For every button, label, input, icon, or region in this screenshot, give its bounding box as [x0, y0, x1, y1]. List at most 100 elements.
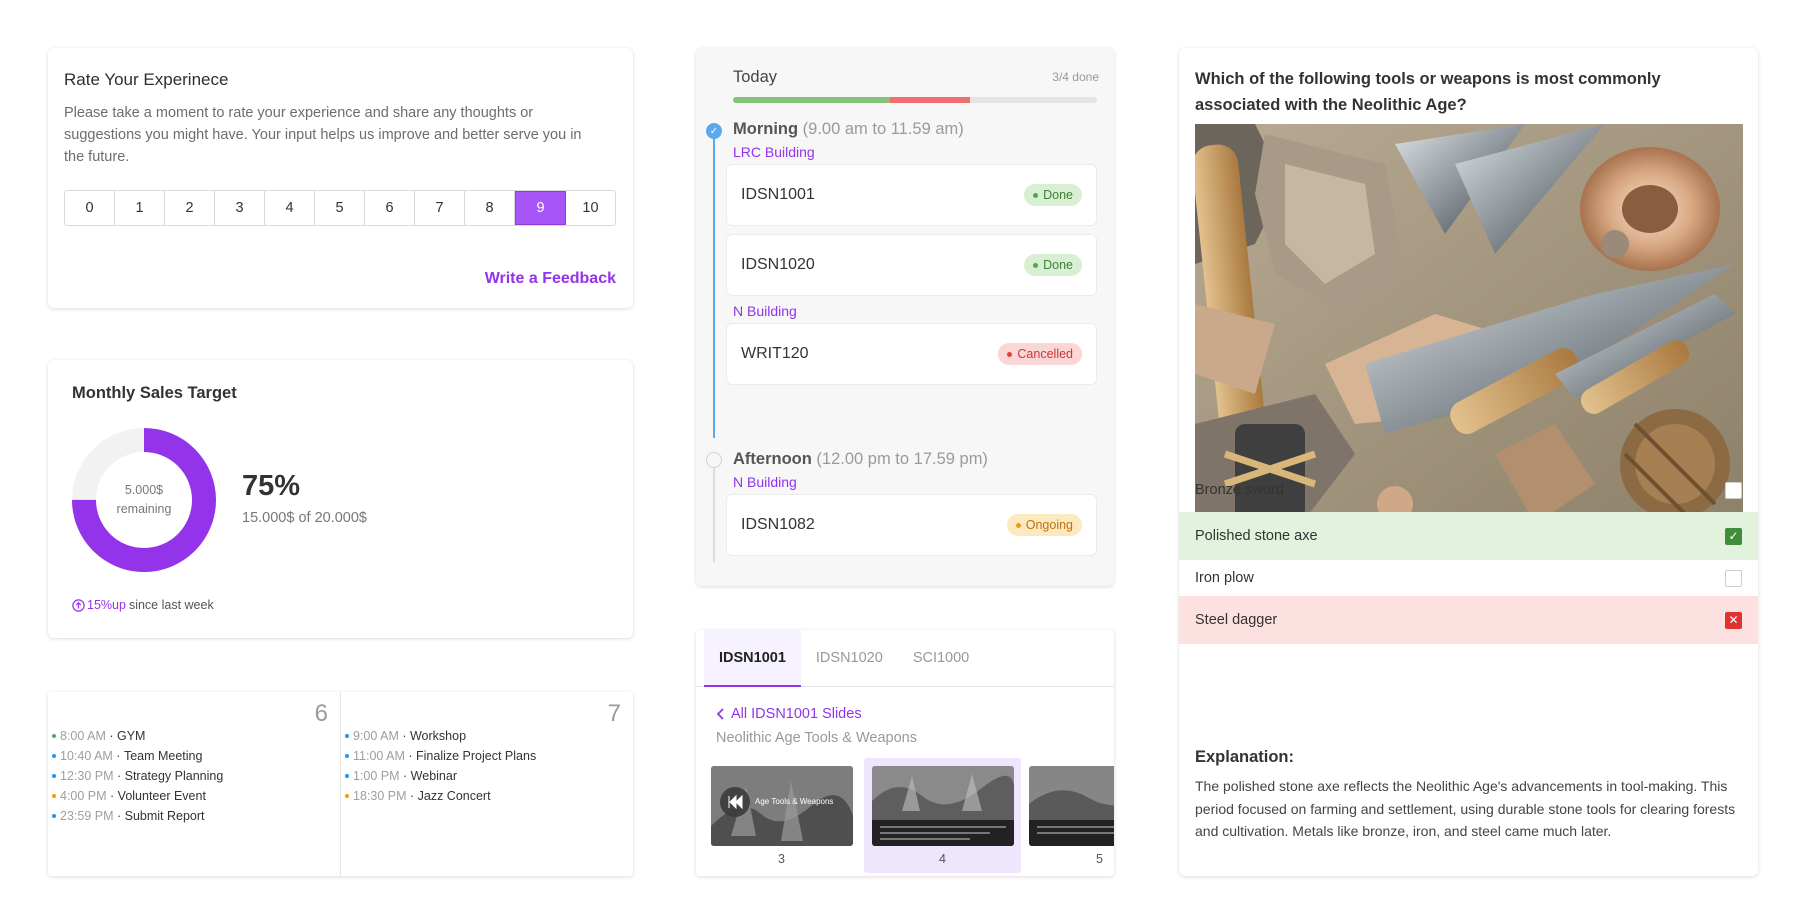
all-slides-back-link[interactable]: All IDSN1001 Slides: [716, 706, 862, 722]
status-label: Done: [1043, 188, 1073, 202]
course-row[interactable]: IDSN1001 Done: [726, 164, 1097, 226]
x-icon[interactable]: ✕: [1725, 611, 1742, 629]
rating-option-1[interactable]: 1: [115, 191, 165, 225]
option-label: Bronze sword: [1195, 482, 1284, 498]
slide-number: 5: [1096, 852, 1103, 866]
event-title: Team Meeting: [123, 749, 203, 763]
rating-scale: 0 1 2 3 4 5 6 7 8 9 10: [64, 190, 616, 226]
status-badge: Done: [1024, 184, 1082, 206]
status-dot: [1033, 192, 1039, 198]
calendar-event[interactable]: 12:30 PM · Strategy Planning: [52, 766, 336, 786]
event-time: 23:59 PM: [60, 809, 114, 823]
period-name: Morning: [733, 120, 799, 138]
calendar-event[interactable]: 23:59 PM · Submit Report: [52, 806, 336, 826]
empty-circle-icon: [706, 452, 722, 468]
event-title: Finalize Project Plans: [416, 749, 537, 763]
sales-donut-chart: 5.000$ remaining: [72, 428, 216, 572]
option-label: Steel dagger: [1195, 612, 1278, 628]
write-feedback-link[interactable]: Write a Feedback: [485, 270, 616, 288]
event-time: 1:00 PM: [353, 769, 400, 783]
period-afternoon: Afternoon (12.00 pm to 17.59 pm): [733, 450, 988, 469]
rating-description: Please take a moment to rate your experi…: [64, 105, 582, 165]
rating-option-7[interactable]: 7: [415, 191, 465, 225]
status-dot: [1015, 522, 1021, 528]
done-count: 3/4 done: [1052, 70, 1099, 84]
status-dot: [1033, 262, 1039, 268]
quiz-option[interactable]: Bronze sword: [1179, 466, 1758, 514]
schedule-title: Today: [733, 68, 778, 86]
event-dot: [52, 774, 56, 778]
schedule-card: Today 3/4 done ✓ Morning (9.00 am to 11.…: [696, 48, 1114, 586]
rating-option-10[interactable]: 10: [566, 191, 615, 225]
event-dot: [345, 794, 349, 798]
rating-option-0[interactable]: 0: [65, 191, 115, 225]
arrow-up-circle-icon: [72, 598, 85, 612]
calendar-event[interactable]: 1:00 PM · Webinar: [345, 766, 629, 786]
calendar-day[interactable]: 6 8:00 AM · GYM 10:40 AM · Team Meeting …: [48, 692, 340, 876]
course-row[interactable]: WRIT120 Cancelled: [726, 323, 1097, 385]
sales-trend: 15%up since last week: [72, 598, 214, 612]
slide-thumbnail[interactable]: [872, 766, 1014, 846]
day-number: 7: [607, 700, 621, 727]
calendar-event[interactable]: 4:00 PM · Volunteer Event: [52, 786, 336, 806]
quiz-option[interactable]: Iron plow: [1179, 554, 1758, 602]
quiz-option-correct[interactable]: Polished stone axe ✓: [1179, 512, 1758, 560]
rating-option-2[interactable]: 2: [165, 191, 215, 225]
rating-option-4[interactable]: 4: [265, 191, 315, 225]
course-code: IDSN1082: [741, 516, 815, 533]
option-checkbox[interactable]: [1725, 569, 1742, 587]
option-label: Polished stone axe: [1195, 528, 1318, 544]
rating-option-8[interactable]: 8: [465, 191, 515, 225]
building-label: N Building: [733, 474, 797, 490]
status-label: Done: [1043, 258, 1073, 272]
quiz-card: Which of the following tools or weapons …: [1179, 48, 1758, 876]
explanation-title: Explanation:: [1195, 748, 1295, 766]
slide-number: 4: [939, 852, 946, 866]
quiz-option-wrong[interactable]: Steel dagger ✕: [1179, 596, 1758, 644]
sales-detail: 15.000$ of 20.000$: [242, 510, 367, 526]
calendar-day[interactable]: 7 9:00 AM · Workshop 11:00 AM · Finalize…: [340, 692, 633, 876]
event-dot: [345, 734, 349, 738]
calendar-event[interactable]: 10:40 AM · Team Meeting: [52, 746, 336, 766]
slides-card: IDSN1001 IDSN1020 SCI1000 All IDSN1001 S…: [696, 630, 1114, 876]
status-label: Ongoing: [1025, 518, 1073, 532]
period-hours: (9.00 am to 11.59 am): [802, 120, 964, 138]
event-time: 8:00 AM: [60, 729, 106, 743]
slide-thumbnail[interactable]: [1029, 766, 1114, 846]
event-time: 11:00 AM: [353, 749, 405, 763]
option-checkbox[interactable]: [1725, 481, 1742, 499]
calendar-event[interactable]: 8:00 AM · GYM: [52, 726, 336, 746]
calendar-event[interactable]: 11:00 AM · Finalize Project Plans: [345, 746, 629, 766]
event-title: Webinar: [410, 769, 457, 783]
timeline-line: [713, 454, 715, 562]
check-icon[interactable]: ✓: [1725, 527, 1742, 545]
rating-option-3[interactable]: 3: [215, 191, 265, 225]
calendar-event[interactable]: 9:00 AM · Workshop: [345, 726, 629, 746]
rating-option-5[interactable]: 5: [315, 191, 365, 225]
course-code: IDSN1001: [741, 186, 815, 203]
event-dot: [345, 774, 349, 778]
tab-sci1000[interactable]: SCI1000: [898, 630, 984, 686]
rating-option-9[interactable]: 9: [515, 191, 566, 225]
building-label: LRC Building: [733, 144, 815, 160]
event-dot: [52, 734, 56, 738]
rating-option-6[interactable]: 6: [365, 191, 415, 225]
trend-suffix: since last week: [128, 598, 214, 612]
course-row[interactable]: IDSN1082 Ongoing: [726, 494, 1097, 556]
course-tabs: IDSN1001 IDSN1020 SCI1000: [696, 630, 1114, 687]
day-number: 6: [314, 700, 328, 727]
calendar-card: 6 8:00 AM · GYM 10:40 AM · Team Meeting …: [48, 692, 633, 876]
slide-thumbnail[interactable]: Age Tools & Weapons: [711, 766, 853, 846]
tab-idsn1020[interactable]: IDSN1020: [801, 630, 898, 686]
event-title: Volunteer Event: [117, 789, 206, 803]
course-row[interactable]: IDSN1020 Done: [726, 234, 1097, 296]
sales-target-card: Monthly Sales Target 5.000$ remaining 75…: [48, 360, 633, 638]
back-link-label: All IDSN1001 Slides: [731, 706, 862, 722]
event-title: GYM: [116, 729, 146, 743]
rating-title: Rate Your Experinece: [64, 70, 229, 89]
event-dot: [52, 794, 56, 798]
event-dot: [345, 754, 349, 758]
tab-idsn1001[interactable]: IDSN1001: [704, 630, 801, 687]
event-time: 9:00 AM: [353, 729, 399, 743]
calendar-event[interactable]: 18:30 PM · Jazz Concert: [345, 786, 629, 806]
